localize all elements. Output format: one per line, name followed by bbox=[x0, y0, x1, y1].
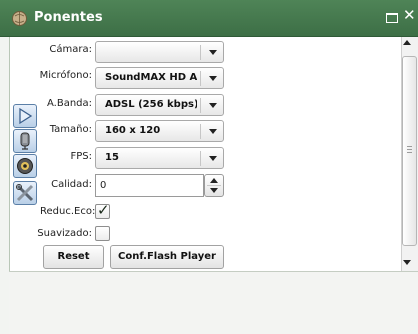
bandwidth-value: ADSL (256 kbps) bbox=[105, 99, 197, 110]
stepper-divider bbox=[207, 185, 221, 186]
microphone-label: Micrófono: bbox=[39, 70, 92, 81]
chevron-down-icon[interactable] bbox=[210, 188, 218, 193]
smoothing-checkbox[interactable] bbox=[95, 226, 110, 241]
webcam-icon[interactable] bbox=[13, 154, 37, 178]
combo-separator bbox=[200, 151, 201, 166]
smoothing-label: Suavizado: bbox=[37, 228, 92, 239]
chevron-down-icon[interactable] bbox=[209, 76, 217, 81]
quality-input[interactable]: 0 bbox=[95, 174, 204, 197]
fps-value: 15 bbox=[105, 152, 119, 163]
chevron-up-icon[interactable] bbox=[210, 178, 218, 183]
microphone-select[interactable]: SoundMAX HD Au bbox=[95, 67, 224, 89]
camera-select[interactable] bbox=[95, 41, 224, 63]
settings-tools-icon[interactable] bbox=[13, 181, 37, 205]
echo-reduction-label: Reduc.Eco: bbox=[40, 206, 96, 217]
play-icon[interactable] bbox=[13, 104, 37, 128]
quality-label: Calidad: bbox=[51, 179, 92, 190]
quality-value: 0 bbox=[100, 180, 107, 191]
fps-label: FPS: bbox=[70, 151, 93, 162]
grip-icon bbox=[407, 146, 412, 153]
panel-footer-area bbox=[9, 271, 418, 334]
close-icon[interactable]: ✕ bbox=[403, 8, 416, 23]
fps-select[interactable]: 15 bbox=[95, 147, 224, 169]
microphone-value: SoundMAX HD Au bbox=[105, 72, 197, 83]
bandwidth-label: A.Banda: bbox=[46, 98, 92, 109]
chevron-down-icon[interactable] bbox=[209, 50, 217, 55]
checkmark-icon: ✓ bbox=[97, 201, 110, 219]
combo-separator bbox=[200, 71, 201, 86]
chevron-down-icon[interactable] bbox=[209, 129, 217, 134]
scroll-up-icon[interactable] bbox=[403, 40, 411, 45]
speaker-globe-icon bbox=[12, 11, 27, 26]
combo-separator bbox=[200, 45, 201, 60]
scroll-down-icon[interactable] bbox=[403, 260, 411, 265]
reset-button[interactable]: Reset bbox=[43, 245, 104, 269]
window-title: Ponentes bbox=[34, 10, 103, 25]
size-label: Tamaño: bbox=[49, 124, 92, 135]
microphone-icon[interactable] bbox=[13, 129, 37, 153]
window-titlebar[interactable]: Ponentes ✕ bbox=[0, 0, 418, 37]
size-select[interactable]: 160 x 120 bbox=[95, 120, 224, 142]
chevron-down-icon[interactable] bbox=[209, 156, 217, 161]
chevron-down-icon[interactable] bbox=[209, 103, 217, 108]
size-value: 160 x 120 bbox=[105, 125, 161, 136]
flash-config-button[interactable]: Conf.Flash Player bbox=[110, 245, 224, 269]
maximize-icon[interactable] bbox=[386, 13, 398, 23]
echo-reduction-checkbox[interactable]: ✓ bbox=[95, 201, 110, 219]
combo-separator bbox=[200, 124, 201, 139]
quality-stepper[interactable] bbox=[204, 174, 224, 197]
camera-label: Cámara: bbox=[49, 44, 92, 55]
bandwidth-select[interactable]: ADSL (256 kbps) bbox=[95, 94, 224, 116]
combo-separator bbox=[200, 98, 201, 113]
